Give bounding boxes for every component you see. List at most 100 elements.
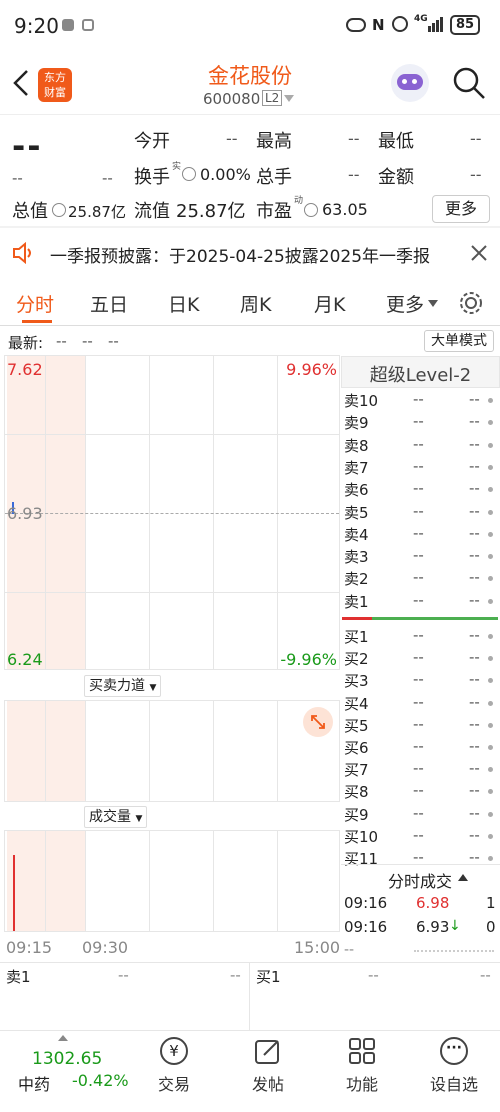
tab-more[interactable]: 更多 [386, 290, 424, 317]
sell-level-row[interactable]: 卖9 -- -- [343, 412, 500, 434]
buy-level-label: 买6 [344, 739, 369, 757]
tab-five-day[interactable]: 五日 [90, 290, 128, 317]
sell-level-row[interactable]: 卖4 -- -- [343, 524, 500, 546]
status-dot [488, 634, 493, 639]
sell-volume: -- [469, 501, 480, 520]
buy-level-row[interactable]: 买5 -- -- [343, 715, 500, 737]
buy-level-row[interactable]: 买3 -- -- [343, 670, 500, 692]
notice-text: 一季报预披露：于2025-04-25披露2025年一季报 [50, 247, 431, 267]
buy-level-label: 买8 [344, 783, 369, 802]
quote-panel: -- -- -- 今开 -- 最高 -- 最低 -- 换手 实 0.00% 总手… [0, 114, 500, 226]
sell-price: -- [413, 523, 424, 542]
chevron-down-icon[interactable] [428, 300, 438, 308]
expand-icon[interactable] [303, 707, 333, 737]
sell-level-row[interactable]: 卖8 -- -- [343, 435, 500, 457]
y-top-label: 7.62 [7, 360, 43, 379]
nav-add-watchlist[interactable]: ··· 设自选 [404, 1031, 500, 1112]
buy-level-row[interactable]: 买8 -- -- [343, 781, 500, 803]
trade-time: 09:16 [344, 918, 388, 936]
tab-weekly-k[interactable]: 周K [240, 290, 271, 317]
status-dot [488, 767, 493, 773]
y-bottom-label: 6.24 [7, 650, 43, 669]
total-cap-value: 25.87亿 [68, 203, 126, 221]
sell-price: -- [413, 434, 424, 453]
buy-level-row[interactable]: 买1 -- -- [343, 626, 500, 648]
status-bar: 9:20 N 4G 85 [0, 0, 500, 52]
status-dot [488, 678, 493, 684]
sell-level-row[interactable]: 卖2 -- -- [343, 568, 500, 590]
status-dot [488, 856, 493, 861]
tab-daily-k[interactable]: 日K [168, 290, 199, 317]
chevron-up-icon [58, 1035, 68, 1041]
sell-price: -- [413, 390, 424, 408]
buy-level-row[interactable]: 买11 -- -- [343, 848, 500, 870]
force-chart [4, 700, 340, 802]
orderbook-header[interactable]: 超级Level-2 [341, 356, 500, 388]
notice-banner[interactable]: 一季报预披露：于2025-04-25披露2025年一季报 [0, 228, 500, 280]
tab-indicator [22, 320, 52, 323]
status-dot [488, 398, 493, 403]
nav-trade[interactable]: ¥ 交易 [124, 1031, 224, 1112]
info-icon[interactable] [182, 167, 196, 181]
sell-level-label: 卖2 [344, 570, 369, 589]
buy-level-row[interactable]: 买6 -- -- [343, 737, 500, 759]
sell-level-row[interactable]: 卖1 -- -- [343, 591, 500, 613]
buy-volume: -- [469, 714, 480, 733]
nfc-icon: N [372, 16, 385, 34]
buy-level-row[interactable]: 买7 -- -- [343, 759, 500, 781]
sell-level-row[interactable]: 卖3 -- -- [343, 546, 500, 568]
big-order-mode-button[interactable]: 大单模式 [424, 330, 494, 352]
buy-price: -- [413, 714, 424, 733]
sell-level-label: 卖5 [344, 503, 369, 522]
info-icon[interactable] [52, 203, 66, 217]
buy-level-label: 买10 [344, 827, 379, 846]
chevron-down-icon[interactable] [284, 95, 294, 103]
index-ticker[interactable]: 1302.65 中药 -0.42% [0, 1031, 129, 1112]
sell-level-label: 卖4 [344, 525, 369, 544]
search-icon[interactable] [452, 66, 486, 100]
latest-value: -- [56, 332, 67, 350]
nav-functions[interactable]: 功能 [312, 1031, 412, 1112]
buy-level-row[interactable]: 买10 -- -- [343, 826, 500, 848]
buy-volume: -- [469, 692, 480, 711]
status-dot [488, 420, 493, 426]
close-icon[interactable] [470, 244, 488, 262]
status-dot [488, 656, 493, 662]
sell-volume: -- [469, 479, 480, 498]
buy-level-row[interactable]: 买4 -- -- [343, 693, 500, 715]
chevron-up-icon[interactable] [458, 874, 468, 882]
sell-volume: -- [469, 456, 480, 475]
info-icon[interactable] [304, 203, 318, 217]
tab-monthly-k[interactable]: 月K [314, 290, 345, 317]
index-name: 中药 [18, 1075, 51, 1094]
pe-sup: 动 [294, 196, 304, 206]
indicator-selector-force[interactable]: 买卖力道 ▼ [84, 675, 162, 697]
nav-post[interactable]: 发帖 [218, 1031, 318, 1112]
back-icon[interactable] [10, 68, 32, 98]
sell-level-row[interactable]: 卖10 -- -- [343, 390, 500, 412]
pct-top-label: 9.96% [286, 360, 337, 379]
more-button[interactable]: 更多 [432, 195, 490, 223]
total-cap-label: 总值 [12, 201, 48, 222]
buy-level-label: 买5 [344, 716, 369, 735]
sell-level-row[interactable]: 卖6 -- -- [343, 479, 500, 501]
assistant-avatar[interactable] [391, 64, 429, 102]
status-dot [488, 789, 493, 795]
battery-icon: 85 [450, 15, 480, 35]
network-4g-icon: 4G [414, 14, 428, 24]
buy-volume: -- [469, 626, 480, 644]
trades-title[interactable]: 分时成交 [388, 868, 452, 892]
latest-label: 最新: [8, 334, 44, 352]
tab-intraday[interactable]: 分时 [16, 290, 54, 317]
sell-level-row[interactable]: 卖5 -- -- [343, 502, 500, 524]
status-dot [488, 833, 493, 839]
buy-price: -- [413, 670, 424, 689]
buy-level-row[interactable]: 买2 -- -- [343, 648, 500, 670]
status-dot [488, 554, 493, 560]
buy-level-row[interactable]: 买9 -- -- [343, 804, 500, 826]
gear-icon[interactable] [458, 290, 484, 316]
stock-code: 600080 [203, 90, 261, 108]
indicator-selector-volume[interactable]: 成交量 ▼ [84, 806, 148, 828]
price-chart[interactable]: 7.62 6.93 6.24 9.96% -9.96% [4, 355, 340, 670]
sell-level-row[interactable]: 卖7 -- -- [343, 457, 500, 479]
